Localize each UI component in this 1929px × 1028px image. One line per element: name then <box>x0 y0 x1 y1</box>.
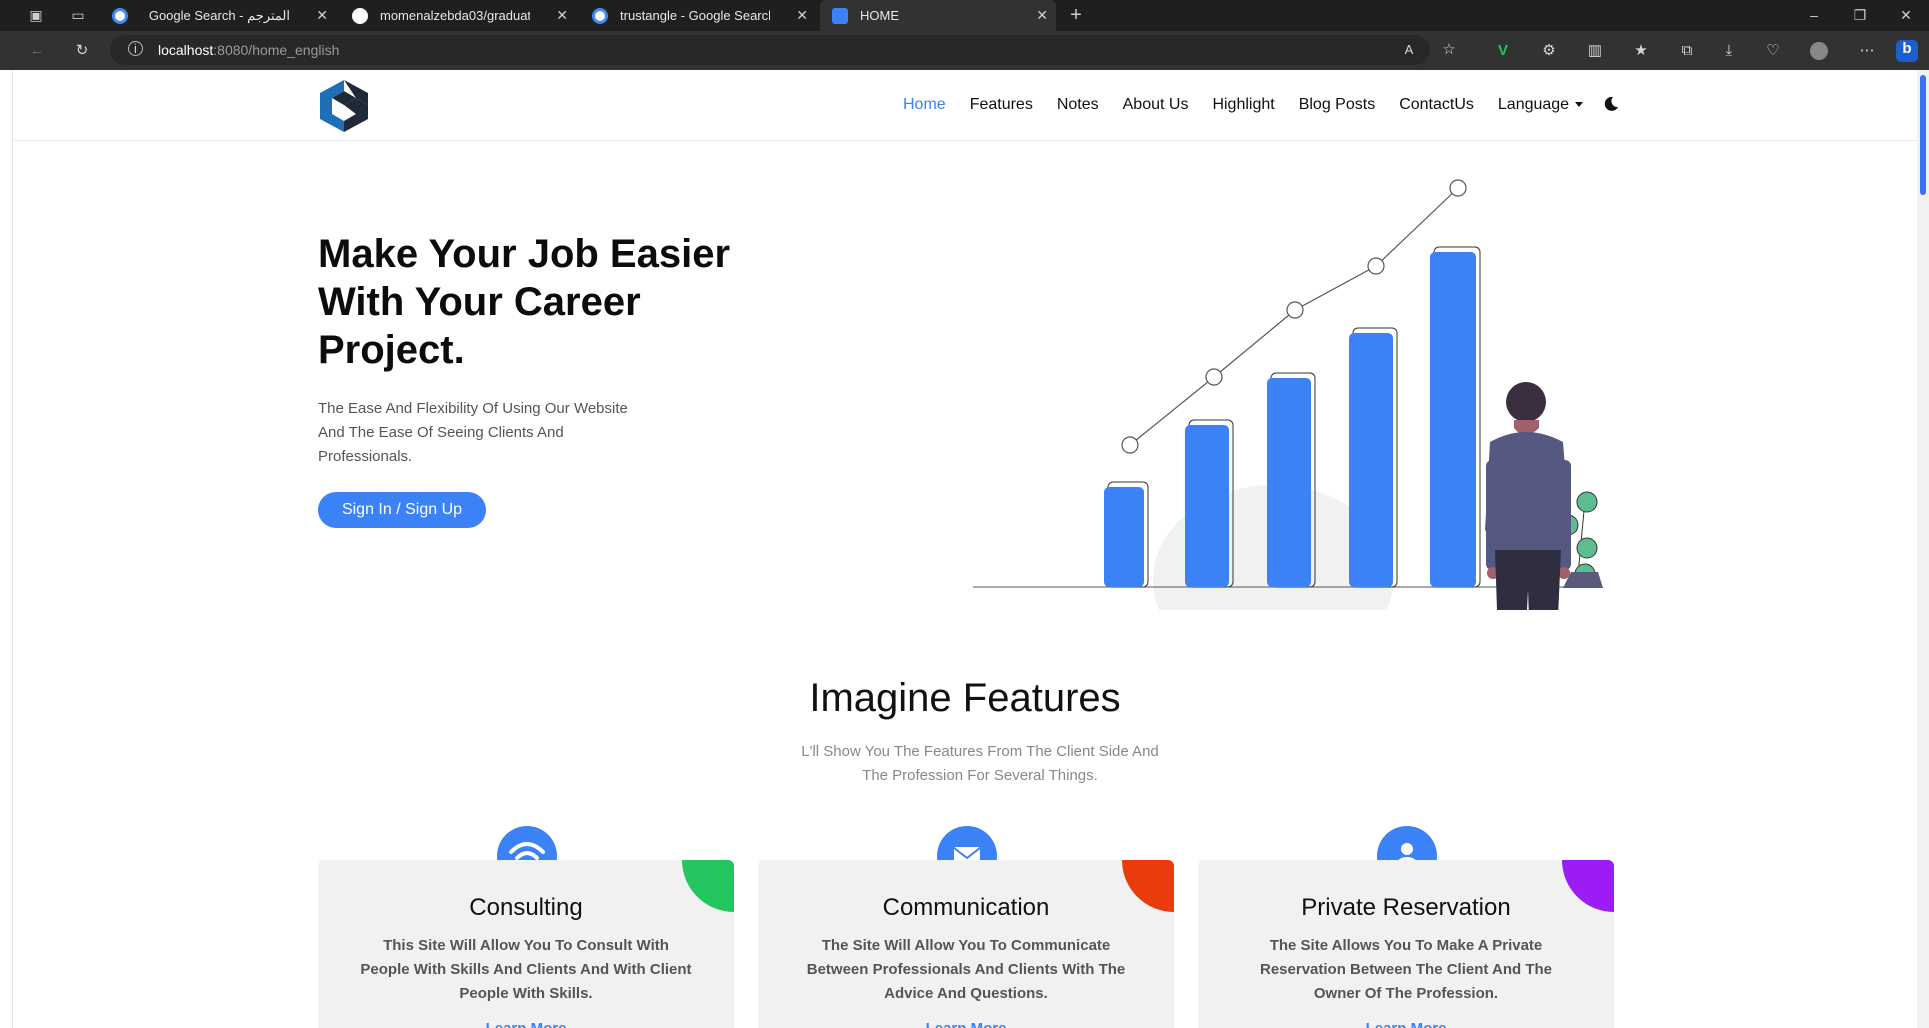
nav-features[interactable]: Features <box>970 96 1033 114</box>
tab-actions-icon[interactable]: ▭ <box>70 7 86 23</box>
site-icon <box>832 7 848 24</box>
nav-links: Home Features Notes About Us Highlight B… <box>903 96 1607 114</box>
nav-home[interactable]: Home <box>903 96 946 114</box>
card-body: The Site Allows You To Make A Private Re… <box>1260 937 1552 1002</box>
workspaces-icon[interactable]: ▣ <box>28 7 44 23</box>
feature-card-private-reservation: Private Reservation The Site Allows You … <box>1198 860 1614 1028</box>
nav-contact-us[interactable]: ContactUs <box>1399 96 1474 114</box>
favorite-star-icon[interactable]: ☆ <box>1440 41 1458 59</box>
bing-copilot-icon[interactable]: b <box>1896 40 1918 62</box>
chevron-down-icon <box>1575 102 1584 108</box>
tab-github[interactable]: momenalzebda03/graduat_proje ✕ <box>340 0 576 31</box>
card-body: This Site Will Allow You To Consult With… <box>360 937 692 1002</box>
web-page: Home Features Notes About Us Highlight B… <box>13 70 1917 1028</box>
split-screen-icon[interactable]: ▥ <box>1586 42 1604 60</box>
illustration-bars <box>1104 246 1481 588</box>
nav-highlight[interactable]: Highlight <box>1212 96 1274 114</box>
restore-icon[interactable]: ❐ <box>1852 7 1868 23</box>
tab-google-search[interactable]: trustangle - Google Search ✕ <box>580 0 816 31</box>
info-icon[interactable]: i <box>128 41 143 56</box>
profile-avatar-icon[interactable] <box>1810 42 1828 60</box>
feature-card-communication: Communication The Site Will Allow You To… <box>758 860 1174 1028</box>
google-icon <box>592 7 608 24</box>
close-tab-icon[interactable]: ✕ <box>316 7 328 24</box>
language-label: Language <box>1497 96 1570 113</box>
hero-title: Make Your Job Easier With Your Career Pr… <box>318 232 731 372</box>
person-illustration <box>1485 382 1571 610</box>
extensions-icon[interactable]: ⚙ <box>1540 42 1558 60</box>
dark-mode-moon-icon[interactable] <box>1603 96 1619 112</box>
page-scrollbar[interactable] <box>1917 70 1929 1028</box>
tab-home[interactable]: HOME ✕ <box>820 0 1056 31</box>
browser-tabbar: ▣ ▭ Google Search - المترجم ✕ momenalzeb… <box>0 0 1929 31</box>
left-edge <box>0 70 13 1028</box>
browser-essentials-icon[interactable]: ♡ <box>1764 42 1782 60</box>
growth-chart-illustration <box>973 179 1603 610</box>
close-tab-icon[interactable]: ✕ <box>1036 7 1048 24</box>
learn-more-link[interactable]: Learn More <box>318 1020 734 1028</box>
refresh-icon[interactable]: ↻ <box>73 42 91 60</box>
scrollbar-thumb[interactable] <box>1920 75 1926 195</box>
downloads-icon[interactable]: ⤓ <box>1720 42 1738 60</box>
card-title: Communication <box>882 894 1050 921</box>
extension-v-icon[interactable]: V <box>1494 42 1512 60</box>
card-body: The Site Will Allow You To Communicate B… <box>806 937 1126 1002</box>
learn-more-link[interactable]: Learn More <box>1198 1020 1614 1028</box>
tab-google-translate[interactable]: Google Search - المترجم ✕ <box>100 0 336 31</box>
collections-icon[interactable]: ⧉ <box>1678 42 1696 60</box>
card-title: Consulting <box>469 894 583 921</box>
back-icon[interactable]: ← <box>28 42 46 60</box>
card-title: Private Reservation <box>1301 894 1511 921</box>
address-bar[interactable]: i localhost:8080/home_english A ☆ <box>110 35 1456 65</box>
close-tab-icon[interactable]: ✕ <box>796 7 808 24</box>
close-window-icon[interactable]: ✕ <box>1898 7 1914 23</box>
favorites-icon[interactable]: ★ <box>1632 42 1650 60</box>
more-menu-icon[interactable]: ⋯ <box>1858 42 1876 60</box>
read-aloud-icon[interactable]: A <box>1400 41 1418 59</box>
close-tab-icon[interactable]: ✕ <box>556 7 568 24</box>
minimize-icon[interactable]: – <box>1806 7 1822 23</box>
feature-card-consulting: Consulting This Site Will Allow You To C… <box>318 860 734 1028</box>
nav-language-dropdown[interactable]: Language <box>1497 96 1584 114</box>
google-icon <box>112 7 128 24</box>
new-tab-icon[interactable]: + <box>1068 5 1084 25</box>
nav-notes[interactable]: Notes <box>1057 96 1099 114</box>
learn-more-link[interactable]: Learn More <box>758 1020 1174 1028</box>
hero-subtitle: The Ease And Flexibility Of Using Our We… <box>318 400 628 465</box>
features-title: Imagine Features <box>809 676 1121 720</box>
site-logo[interactable] <box>318 78 370 134</box>
nav-blog-posts[interactable]: Blog Posts <box>1299 96 1375 114</box>
github-icon <box>352 7 368 24</box>
browser-toolbar: ← ↻ i localhost:8080/home_english A ☆ V … <box>0 31 1929 70</box>
sign-in-sign-up-button[interactable]: Sign In / Sign Up <box>318 492 486 528</box>
nav-about-us[interactable]: About Us <box>1123 96 1189 114</box>
site-navbar: Home Features Notes About Us Highlight B… <box>13 70 1917 141</box>
features-subtitle: L'll Show You The Features From The Clie… <box>801 743 1159 784</box>
url-text: localhost:8080/home_english <box>158 42 340 58</box>
